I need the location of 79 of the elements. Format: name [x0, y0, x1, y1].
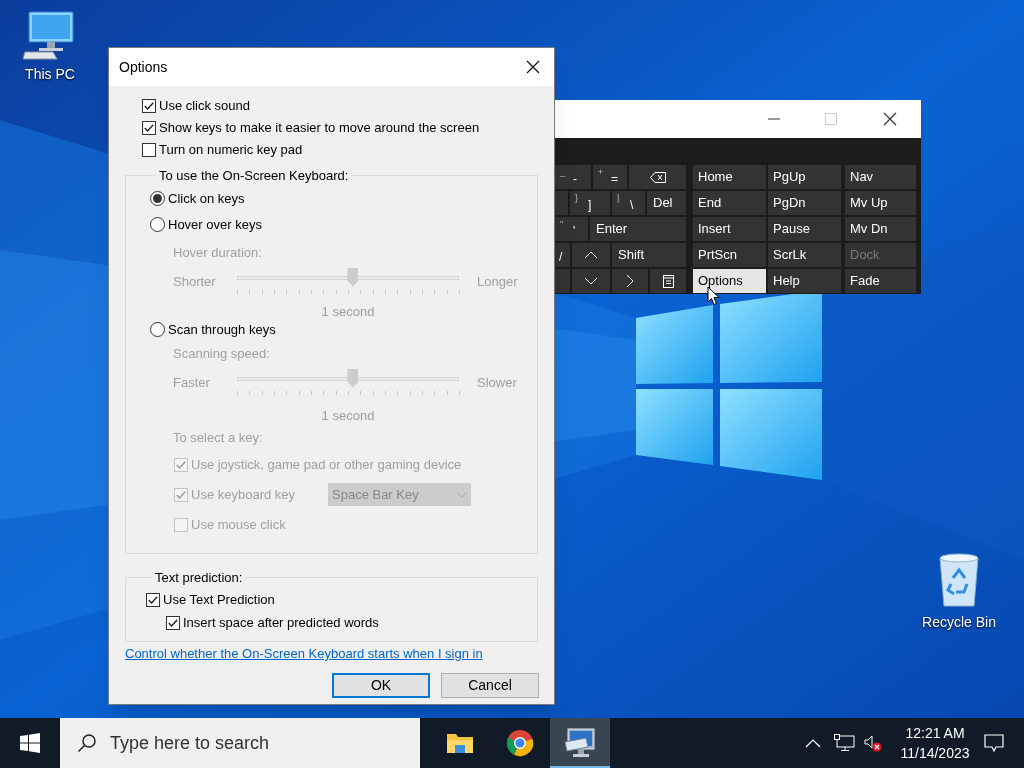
key[interactable]: PrtScn — [693, 243, 766, 267]
search-icon — [77, 733, 97, 753]
search-field[interactable]: Type here to search — [60, 718, 420, 768]
checkbox-label[interactable]: Show keys to make it easier to move around the screen — [159, 118, 480, 138]
backspace-icon — [649, 171, 666, 183]
key[interactable]: End — [693, 191, 766, 215]
window-title: Options — [119, 57, 168, 77]
desktop-icon-label[interactable]: Recycle Bin — [922, 612, 996, 633]
cursor-icon — [707, 286, 720, 306]
start-button[interactable] — [20, 733, 40, 753]
key[interactable]: Mv Up — [845, 191, 916, 215]
slider-value: 1 second — [320, 302, 376, 321]
slider-caption: Hover duration: — [172, 243, 263, 262]
key[interactable]: PgUp — [768, 165, 841, 189]
key[interactable]: / — [555, 243, 570, 267]
slider[interactable] — [237, 266, 459, 297]
checkbox-label[interactable]: Insert space after predicted words — [183, 613, 379, 633]
browser-icon — [506, 729, 534, 757]
slider-label: Shorter — [173, 272, 217, 291]
slider-value: 1 second — [320, 406, 376, 425]
slider[interactable] — [237, 367, 459, 398]
slider-label: Slower — [477, 373, 517, 392]
key[interactable]: Shift — [612, 243, 686, 267]
checkbox[interactable] — [166, 616, 180, 630]
chevron-down-icon — [457, 491, 467, 498]
key[interactable]: Options — [693, 269, 766, 293]
chevron-up-icon[interactable] — [805, 738, 821, 748]
key[interactable]: Insert — [693, 217, 766, 241]
checkbox[interactable] — [142, 143, 156, 157]
group-title: To use the On-Screen Keyboard: — [158, 167, 350, 185]
radio-button[interactable] — [150, 191, 165, 206]
folder-icon — [446, 731, 474, 755]
desktop-icon-label[interactable]: This PC — [25, 64, 75, 85]
dialog-button[interactable]: OK — [332, 672, 430, 698]
key[interactable]: _ - — [555, 165, 591, 189]
section-caption: To select a key: — [172, 429, 264, 447]
menu-key-icon — [662, 274, 674, 288]
group-title: Text prediction: — [154, 568, 244, 587]
slider-label: Longer — [477, 272, 518, 291]
dialog-button[interactable]: Cancel — [441, 672, 539, 698]
close-icon[interactable] — [526, 60, 540, 74]
key[interactable]: | \ — [612, 191, 645, 215]
key[interactable]: Pause — [768, 217, 841, 241]
taskbar-app[interactable] — [550, 718, 610, 768]
radio-button[interactable] — [150, 217, 165, 232]
checkbox-label[interactable]: Turn on numeric key pad — [159, 140, 303, 160]
key[interactable]: } ] — [570, 191, 610, 215]
slider-label: Faster — [173, 373, 211, 392]
radio-label[interactable]: Hover over keys — [168, 214, 262, 235]
key[interactable]: + = — [593, 165, 627, 189]
key[interactable]: Enter — [590, 217, 686, 241]
key[interactable]: Home — [693, 165, 766, 189]
key[interactable] — [629, 165, 686, 189]
key[interactable]: ScrLk — [768, 243, 841, 267]
key[interactable] — [650, 269, 686, 293]
notifications-icon[interactable] — [984, 734, 1004, 752]
clock[interactable]: 12:21 AM 11/14/2023 — [890, 718, 980, 768]
checkbox-label[interactable]: Use Text Prediction — [163, 590, 275, 610]
key[interactable]: Fade — [845, 269, 916, 293]
close-icon[interactable] — [883, 112, 897, 126]
key[interactable]: " ' — [555, 217, 588, 241]
computer-icon[interactable] — [23, 10, 77, 60]
volume-muted-icon[interactable] — [864, 734, 884, 752]
key[interactable]: PgDn — [768, 191, 841, 215]
key[interactable]: Nav — [845, 165, 916, 189]
keyboard-monitor-icon — [564, 728, 596, 758]
radio-label[interactable]: Click on keys — [168, 188, 245, 209]
key[interactable]: Mv Dn — [845, 217, 916, 241]
link[interactable]: Control whether the On-Screen Keyboard starts when I sign in — [125, 644, 483, 664]
radio-label[interactable]: Scan through keys — [168, 319, 276, 340]
checkbox[interactable] — [146, 593, 160, 607]
network-icon[interactable] — [834, 734, 856, 752]
checkbox-label[interactable]: Use click sound — [159, 96, 251, 116]
checkbox[interactable] — [142, 99, 156, 113]
checkbox[interactable] — [142, 121, 156, 135]
slider-caption: Scanning speed: — [172, 344, 271, 363]
key[interactable]: Del — [647, 191, 686, 215]
key[interactable]: Help — [768, 269, 841, 293]
radio-button[interactable] — [150, 322, 165, 337]
